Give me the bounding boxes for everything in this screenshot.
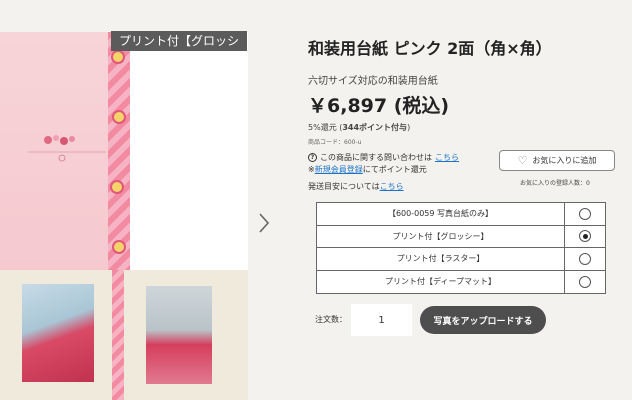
product-code: 商品コード：600-u: [308, 139, 362, 146]
register-link[interactable]: 新規会員登録: [315, 165, 363, 174]
upload-photo-button[interactable]: 写真をアップロードする: [420, 306, 546, 334]
option-radio-selected[interactable]: [579, 230, 591, 243]
add-to-favorites-button[interactable]: ♡ お気に入りに追加: [499, 150, 615, 171]
shipping-line: 発送目安についてはこちら: [308, 182, 404, 191]
album-photo-left: [22, 284, 94, 382]
option-radio[interactable]: [579, 275, 591, 288]
print-options-table: 【600-0059 写真台紙のみ】 プリント付【グロッシー】 プリント付【ラスタ…: [316, 202, 606, 294]
register-line: ※新規会員登録にてポイント還元: [308, 165, 427, 174]
product-price: ￥6,897 (税込): [308, 95, 450, 117]
question-icon: ?: [308, 153, 317, 162]
favorites-count: お気に入りの登録人数：0: [520, 180, 590, 187]
option-row-glossy[interactable]: プリント付【グロッシー】: [317, 225, 605, 248]
option-radio[interactable]: [579, 252, 591, 265]
option-row-luster[interactable]: プリント付【ラスター】: [317, 248, 605, 271]
album-photo-right: [146, 286, 212, 384]
album-spine: [112, 270, 124, 400]
quantity-label: 注文数：: [315, 315, 347, 324]
product-subtitle: 六切サイズ対応の和装用台紙: [308, 76, 438, 87]
quantity-input[interactable]: [351, 304, 412, 336]
product-title: 和装用台紙 ピンク 2面（角×角）: [308, 39, 552, 58]
pink-board-cover: [0, 32, 108, 272]
product-gallery: プリント付【グロッシー】: [0, 0, 280, 400]
chevron-right-icon[interactable]: [258, 212, 272, 234]
inquiry-link[interactable]: こちら: [435, 152, 459, 163]
inquiry-line: ? この商品に関する問い合わせは こちら: [308, 152, 459, 163]
shipping-link[interactable]: こちら: [380, 182, 404, 191]
heart-icon: ♡: [517, 154, 528, 167]
kimono-pattern-strip: [108, 32, 130, 272]
option-row-deep-matte[interactable]: プリント付【ディープマット】: [317, 270, 605, 293]
floral-crest-decoration: [28, 135, 106, 162]
option-radio[interactable]: [579, 207, 591, 220]
product-info-panel: 和装用台紙 ピンク 2面（角×角） 六切サイズ対応の和装用台紙 ￥6,897 (…: [300, 0, 632, 400]
print-type-badge: プリント付【グロッシー】: [111, 31, 247, 68]
open-album-image: [0, 270, 248, 400]
points-amount: 344ポイント付与: [342, 123, 408, 132]
option-row-mount-only[interactable]: 【600-0059 写真台紙のみ】: [317, 203, 605, 226]
main-product-image[interactable]: [0, 32, 248, 272]
points-info: 5%還元 (344ポイント付与): [308, 123, 411, 132]
